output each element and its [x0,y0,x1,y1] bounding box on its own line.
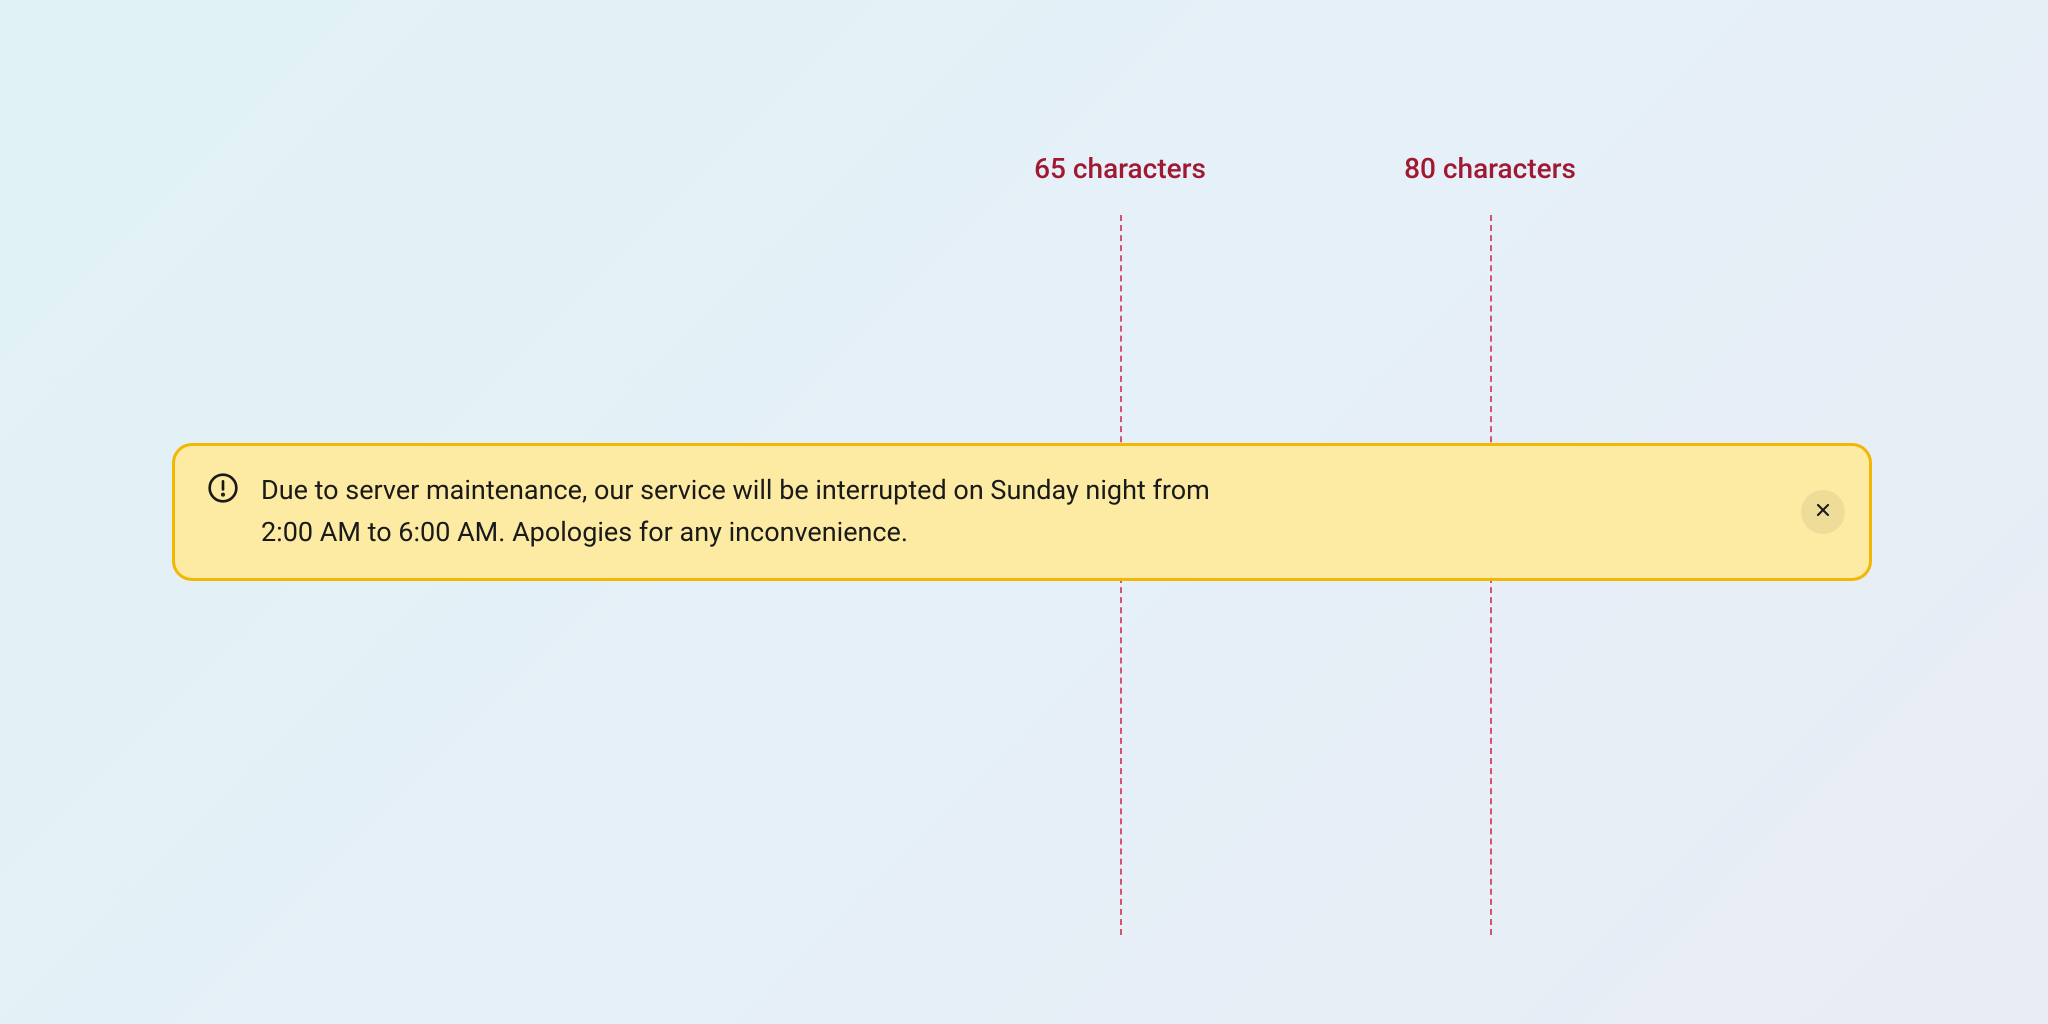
banner-message: Due to server maintenance, our service w… [261,470,1261,554]
warning-banner: Due to server maintenance, our service w… [172,443,1872,581]
marker-label-80: 80 characters [1404,152,1576,185]
alert-circle-icon [207,472,239,504]
marker-label-65: 65 characters [1034,152,1206,185]
marker-labels-container: 65 characters 80 characters [0,152,2048,192]
close-button[interactable] [1801,490,1845,534]
close-icon [1813,500,1833,524]
